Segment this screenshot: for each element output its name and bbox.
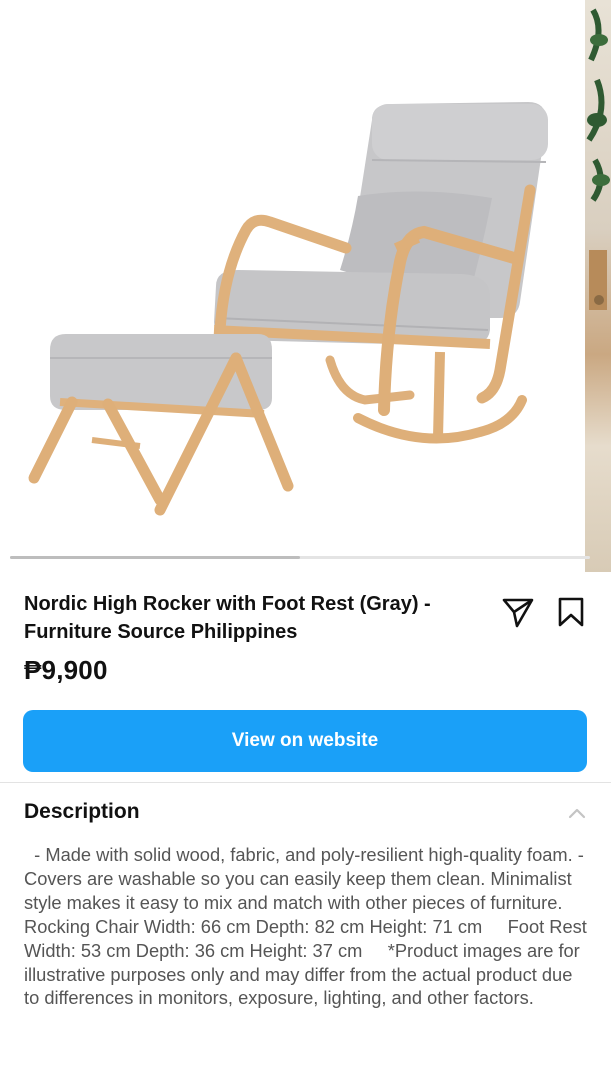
next-image-peek[interactable] [585,0,611,572]
view-on-website-button[interactable]: View on website [23,710,587,772]
gallery-progress-fill [10,556,300,559]
description-text: - Made with solid wood, fabric, and poly… [24,844,592,1009]
chevron-up-icon [568,808,586,819]
share-button[interactable] [500,595,536,629]
product-price: ₱9,900 [24,655,108,685]
gallery-progress-track [10,556,590,559]
image-gallery[interactable] [0,0,611,572]
description-collapse-button[interactable] [566,805,588,821]
description-header[interactable]: Description [24,800,140,824]
product-title: Nordic High Rocker with Foot Rest (Gray)… [24,593,431,643]
save-button[interactable] [555,595,587,629]
section-divider [0,782,611,783]
bookmark-icon [558,597,584,627]
product-image-chair[interactable] [0,0,585,572]
paper-plane-icon [502,598,534,628]
